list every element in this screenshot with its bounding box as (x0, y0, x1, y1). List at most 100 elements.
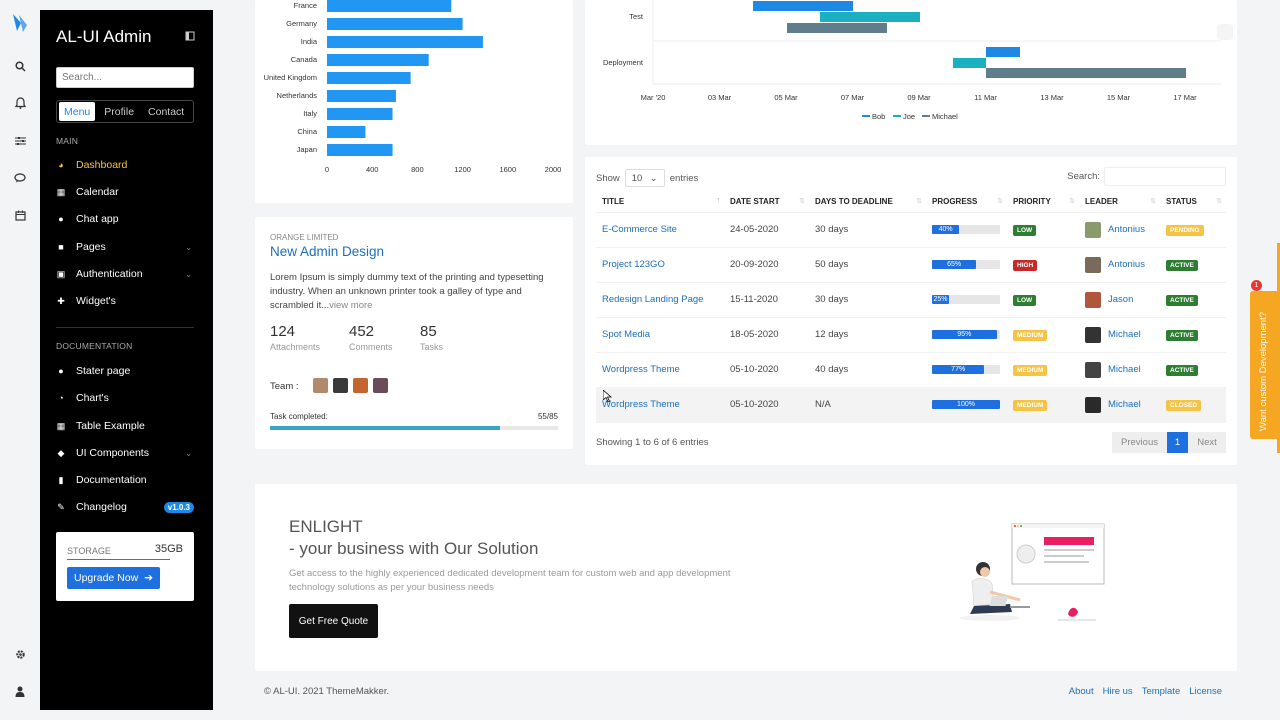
sort-icon[interactable]: ⇅ (916, 197, 922, 205)
footer-link-about[interactable]: About (1069, 686, 1094, 697)
sidebar-item-changelog[interactable]: ✎ Changelog v1.0.3 (56, 498, 194, 516)
sort-icon[interactable]: ↑ (717, 197, 721, 204)
sidebar-item-documentation[interactable]: ▮ Documentation (56, 471, 194, 489)
tab-menu[interactable]: Menu (59, 102, 96, 121)
avatar[interactable] (353, 378, 368, 393)
gantt-x-tick-label: 05 Mar (774, 93, 798, 102)
avatar[interactable] (373, 378, 388, 393)
table-row[interactable]: Wordpress Theme 05-10-2020 40 days 77% MEDIU… (596, 352, 1226, 388)
sidebar-item-charts[interactable]: ◔ Chart's (56, 389, 194, 407)
footer-link-license[interactable]: License (1189, 686, 1222, 697)
sidebar-item-calendar[interactable]: ▦ Calendar (56, 183, 194, 201)
footer-link-hire-us[interactable]: Hire us (1103, 686, 1133, 697)
sidebar-item-authentication[interactable]: ▣ Authentication ⌄ (56, 265, 194, 283)
tab-contact[interactable]: Contact (143, 102, 189, 121)
table-row[interactable]: Spot Media 18-05-2020 12 days 95% MEDIUM Mich… (596, 317, 1226, 353)
sidebar-item-chat-app[interactable]: ● Chat app (56, 210, 194, 228)
project-title-link[interactable]: Wordpress Theme (596, 352, 724, 388)
legend-swatch[interactable] (922, 115, 930, 117)
leader-name[interactable]: Michael (1108, 329, 1141, 340)
entries-select[interactable]: 10 ⌄ (624, 169, 665, 187)
project-title-link[interactable]: Project 123GO (596, 247, 724, 283)
column-header[interactable]: PROGRESS ⇅ (926, 192, 1007, 213)
chat-icon[interactable] (12, 170, 28, 186)
sidebar-item-table-example[interactable]: ▦ Table Example (56, 417, 194, 435)
leader-name[interactable]: Michael (1108, 364, 1141, 375)
legend-label[interactable]: Michael (932, 112, 958, 121)
avatar[interactable] (1085, 221, 1101, 238)
bar[interactable] (327, 108, 393, 120)
avatar[interactable] (1085, 396, 1101, 413)
sidebar-item-widgets[interactable]: ✚ Widget's (56, 292, 194, 310)
leader-name[interactable]: Jason (1108, 294, 1133, 305)
bar[interactable] (327, 0, 452, 12)
project-title-link[interactable]: Redesign Landing Page (596, 282, 724, 318)
table-row[interactable]: Wordpress Theme 05-10-2020 N/A 100% MEDIUM Mi… (596, 387, 1226, 423)
search-icon[interactable] (12, 58, 28, 74)
bar[interactable] (327, 144, 393, 156)
leader-name[interactable]: Antonius (1108, 259, 1145, 270)
avatar[interactable] (1085, 256, 1101, 273)
avatar[interactable] (313, 378, 328, 393)
get-free-quote-button[interactable]: Get Free Quote (289, 604, 378, 638)
project-title-link[interactable]: E-Commerce Site (596, 212, 724, 248)
bar[interactable] (327, 54, 429, 66)
legend-label[interactable]: Joe (903, 112, 915, 121)
view-more-link[interactable]: view more (329, 300, 372, 311)
sidebar-item-ui-components[interactable]: ◆ UI Components ⌄ (56, 444, 194, 462)
project-title[interactable]: New Admin Design (270, 244, 384, 259)
sliders-icon[interactable] (12, 133, 28, 149)
sort-icon[interactable]: ⇅ (1216, 197, 1222, 205)
sidebar-item-pages[interactable]: ■ Pages ⌄ (56, 238, 194, 256)
table-search-input[interactable] (1104, 167, 1226, 186)
bar[interactable] (327, 72, 411, 84)
column-header-label: PRIORITY (1013, 197, 1051, 207)
user-icon[interactable] (12, 683, 28, 699)
table-row[interactable]: E-Commerce Site 24-05-2020 30 days 40% LOW An… (596, 212, 1226, 248)
project-title-link[interactable]: Wordpress Theme (596, 387, 724, 423)
calendar-icon[interactable] (12, 207, 28, 223)
avatar[interactable] (1085, 326, 1101, 343)
logo-icon[interactable] (9, 11, 31, 35)
column-header[interactable]: TITLE ↑ (596, 192, 724, 213)
category-label: France (294, 1, 317, 10)
bar[interactable] (327, 126, 366, 138)
sort-icon[interactable]: ⇅ (997, 197, 1003, 205)
gantt-scroll-handle[interactable] (1217, 24, 1233, 40)
column-header[interactable]: PRIORITY ⇅ (1007, 192, 1079, 213)
tab-profile[interactable]: Profile (99, 102, 139, 121)
legend-swatch[interactable] (862, 115, 870, 117)
column-header[interactable]: LEADER ⇅ (1079, 192, 1160, 213)
avatar[interactable] (333, 378, 348, 393)
bell-icon[interactable] (12, 95, 28, 111)
column-header[interactable]: DAYS TO DEADLINE ⇅ (809, 192, 926, 213)
column-header[interactable]: STATUS ⇅ (1160, 192, 1226, 213)
column-header-label: TITLE (602, 197, 625, 207)
project-title-link[interactable]: Spot Media (596, 317, 724, 353)
leader-name[interactable]: Antonius (1108, 224, 1145, 235)
legend-swatch[interactable] (893, 115, 901, 117)
sidebar-item-dashboard[interactable]: ◕ Dashboard (56, 156, 194, 174)
sidebar-toggle-icon[interactable] (185, 31, 195, 41)
table-row[interactable]: Project 123GO 20-09-2020 50 days 65% HIGH Ant… (596, 247, 1226, 283)
upgrade-now-button[interactable]: Upgrade Now ➔ (67, 567, 160, 589)
previous-button[interactable]: Previous (1112, 432, 1167, 453)
bar[interactable] (327, 36, 483, 48)
sidebar-search-input[interactable] (56, 67, 194, 88)
gear-icon[interactable] (12, 646, 28, 662)
table-row[interactable]: Redesign Landing Page 15-11-2020 30 days 25… (596, 282, 1226, 318)
sort-icon[interactable]: ⇅ (1069, 197, 1075, 205)
next-button[interactable]: Next (1188, 432, 1226, 453)
footer-link-template[interactable]: Template (1142, 686, 1181, 697)
bar[interactable] (327, 90, 396, 102)
leader-name[interactable]: Michael (1108, 399, 1141, 410)
legend-label[interactable]: Bob (872, 112, 885, 121)
avatar[interactable] (1085, 361, 1101, 378)
page-1-button[interactable]: 1 (1167, 432, 1188, 453)
avatar[interactable] (1085, 291, 1101, 308)
sidebar-item-stater-page[interactable]: ● Stater page (56, 362, 194, 380)
column-header[interactable]: DATE START ⇅ (724, 192, 809, 213)
sort-icon[interactable]: ⇅ (799, 197, 805, 205)
bar[interactable] (327, 18, 463, 30)
sort-icon[interactable]: ⇅ (1150, 197, 1156, 205)
